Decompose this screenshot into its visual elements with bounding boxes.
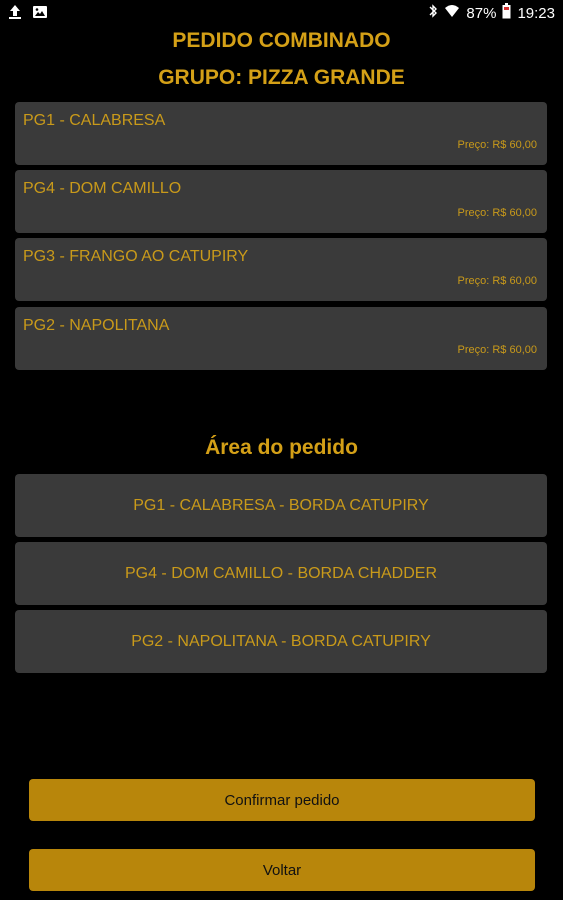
upload-icon <box>8 4 22 25</box>
product-price: Preço: R$ 60,00 <box>457 275 538 287</box>
order-area-title: Área do pedido <box>205 436 358 459</box>
order-item[interactable]: PG4 - DOM CAMILLO - BORDA CHADDER <box>15 542 547 605</box>
product-price: Preço: R$ 60,00 <box>457 207 538 219</box>
order-item[interactable]: PG2 - NAPOLITANA - BORDA CATUPIRY <box>15 610 547 673</box>
page-title: PEDIDO COMBINADO <box>172 29 391 52</box>
product-card[interactable]: PG1 - CALABRESA Preço: R$ 60,00 <box>15 102 547 165</box>
product-name: PG1 - CALABRESA <box>23 112 166 129</box>
group-title: GRUPO: PIZZA GRANDE <box>158 66 405 89</box>
product-card[interactable]: PG3 - FRANGO AO CATUPIRY Preço: R$ 60,00 <box>15 238 547 301</box>
status-bar: 87% 19:23 <box>0 0 563 26</box>
confirm-order-button[interactable]: Confirmar pedido <box>29 779 535 821</box>
product-name: PG2 - NAPOLITANA <box>23 317 170 334</box>
product-price: Preço: R$ 60,00 <box>457 139 538 151</box>
bluetooth-icon <box>428 3 438 23</box>
order-item[interactable]: PG1 - CALABRESA - BORDA CATUPIRY <box>15 474 547 537</box>
battery-percentage: 87% <box>466 4 497 22</box>
product-card[interactable]: PG4 - DOM CAMILLO Preço: R$ 60,00 <box>15 170 547 233</box>
product-card[interactable]: PG2 - NAPOLITANA Preço: R$ 60,00 <box>15 307 547 370</box>
image-icon <box>32 4 48 25</box>
product-price: Preço: R$ 60,00 <box>457 344 538 356</box>
wifi-icon <box>444 3 460 23</box>
back-button[interactable]: Voltar <box>29 849 535 891</box>
battery-icon <box>502 3 511 23</box>
product-name: PG3 - FRANGO AO CATUPIRY <box>23 248 249 265</box>
clock: 19:23 <box>517 4 555 22</box>
product-name: PG4 - DOM CAMILLO <box>23 180 182 197</box>
